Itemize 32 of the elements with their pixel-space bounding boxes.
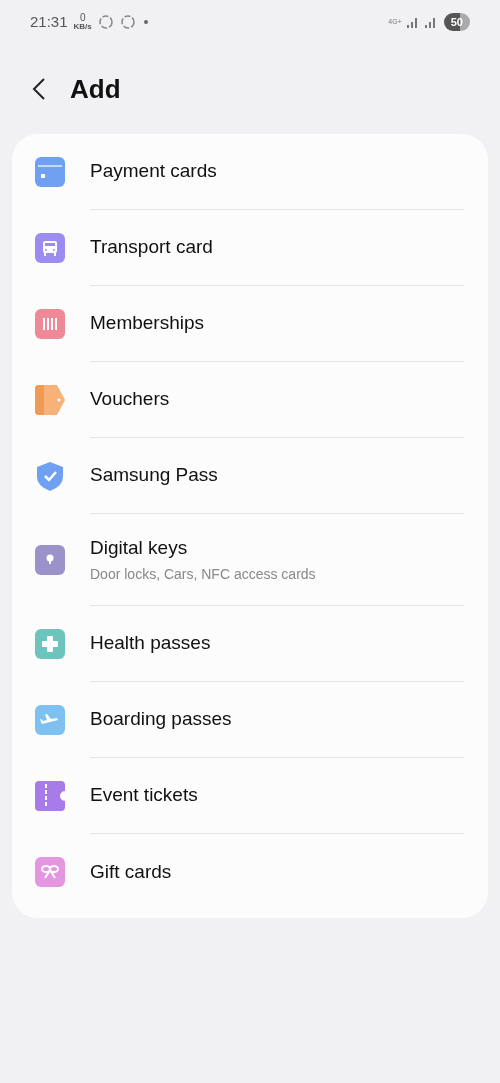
item-label: Samsung Pass	[90, 463, 219, 488]
notification-icon	[119, 14, 136, 30]
item-label: Vouchers	[90, 387, 171, 412]
item-label: Digital keys	[90, 535, 189, 560]
speed-unit: KB/s	[73, 23, 92, 31]
list-item[interactable]: Payment cards	[12, 134, 488, 210]
item-label: Boarding passes	[90, 707, 233, 732]
item-label: Gift cards	[90, 859, 173, 884]
speed-value: 0	[79, 13, 86, 23]
battery-indicator: 50	[443, 13, 470, 31]
status-time: 21:31	[30, 11, 68, 32]
back-icon	[32, 77, 46, 101]
list-item[interactable]: Memberships	[12, 286, 488, 362]
page-title: Add	[70, 72, 121, 106]
list-item[interactable]: Boarding passes	[12, 682, 488, 758]
dot-icon	[143, 20, 148, 24]
list-item[interactable]: Transport card	[12, 210, 488, 286]
list-item[interactable]: Gift cards	[12, 834, 488, 910]
item-subtitle: Door locks, Cars, NFC access cards	[90, 565, 317, 585]
item-label: Health passes	[90, 631, 212, 656]
item-label: Event tickets	[90, 783, 199, 808]
signal-icon	[423, 16, 438, 28]
list-item[interactable]: Samsung Pass	[12, 438, 488, 514]
signal-icon	[405, 16, 420, 28]
item-label: Transport card	[90, 235, 214, 260]
list-item[interactable]: Health passes	[12, 606, 488, 682]
list-item[interactable]: Digital keys Door locks, Cars, NFC access cards	[12, 514, 488, 606]
item-label: Payment cards	[90, 159, 218, 184]
item-label: Memberships	[90, 311, 206, 336]
list-item[interactable]: Event tickets	[12, 758, 488, 834]
notification-icon	[97, 14, 114, 30]
list-item[interactable]: Vouchers	[12, 362, 488, 438]
